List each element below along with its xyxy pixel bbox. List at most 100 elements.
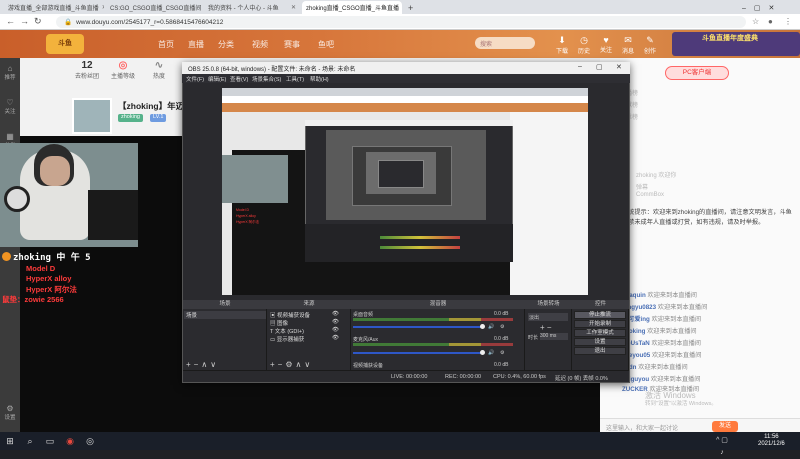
nav-category[interactable]: 分类 <box>218 39 234 50</box>
mixer-track-name: 麦克风/Aux <box>353 337 379 343</box>
eye-icon[interactable]: 👁 <box>332 335 339 341</box>
transition-select[interactable]: 淡出 <box>528 313 568 321</box>
exit-button[interactable]: 退出 <box>574 347 626 355</box>
preview-docks <box>305 224 513 262</box>
browser-tab[interactable]: 我的资料 - 个人中心 - 斗鱼 ✕ <box>204 1 300 14</box>
file-explorer-icon[interactable]: ▭ <box>44 435 56 447</box>
obs-titlebar: OBS 25.0.8 (64-bit, windows) - 配置文件: 未命名… <box>182 62 630 74</box>
start-recording-button[interactable]: 开始录制 <box>574 320 626 328</box>
source-item[interactable]: ▣ 视频捕获设备 <box>270 311 310 319</box>
message-icon[interactable]: ✉ 消息 <box>618 35 638 55</box>
follow-icon[interactable]: ♥ 关注 <box>596 35 616 54</box>
window-controls[interactable]: –▢✕ <box>738 1 798 14</box>
scene-item[interactable]: 场景 <box>184 311 266 319</box>
preview-tabs <box>222 88 588 96</box>
menu-scene-collection[interactable]: 场景集合(S) <box>252 75 281 83</box>
send-button[interactable]: 发送 <box>712 421 738 432</box>
chat-text: 欢迎来到本直播间 <box>638 364 688 371</box>
mixer-track-name: 视频捕获设备 <box>353 363 384 369</box>
streamer-tag[interactable]: zhoking <box>118 114 143 122</box>
menu-edit[interactable]: 编辑(E) <box>208 75 226 83</box>
menu-view[interactable]: 查看(V) <box>230 75 248 83</box>
preview-right-panel <box>510 112 588 295</box>
source-label: 显示器捕获 <box>276 337 305 343</box>
history-icon[interactable]: ◷ 历史 <box>574 35 594 55</box>
speaker-icon[interactable]: 🔊 <box>488 350 494 356</box>
gear-icon[interactable]: ⚙ <box>500 324 504 330</box>
pc-client-button[interactable]: PC客户端 <box>665 66 729 80</box>
source-item[interactable]: T 文本 (GDI+) <box>270 327 304 335</box>
browser-tab[interactable]: CS:GO_CSGO直播_CSGO直播间 斗✕ <box>106 1 202 14</box>
source-item[interactable]: ▭ 显示器捕获 <box>270 335 304 343</box>
rail-item-home[interactable]: ⌂ 推荐 <box>0 64 20 81</box>
browser-tab[interactable]: 游戏直播_全部游戏直播_斗鱼直播✕ <box>4 1 104 14</box>
menu-file[interactable]: 文件(F) <box>186 75 204 83</box>
back-icon[interactable]: ← <box>6 16 15 26</box>
tab-label: 游戏直播_全部游戏直播_斗鱼直播 <box>8 6 99 12</box>
eye-icon[interactable]: 👁 <box>332 311 339 317</box>
mixer-header: 混音器 <box>351 300 525 309</box>
promo-banner[interactable]: 斗鱼直播年度盛典 <box>672 32 800 56</box>
mixer-track-db: 0.0 dB <box>494 362 509 368</box>
menu-tools[interactable]: 工具(T) <box>286 75 304 83</box>
source-item[interactable]: ▤ 图像 <box>270 319 288 327</box>
windows-activation-watermark: 激活 Windows 转到"设置"以激活 Windows。 <box>645 392 717 408</box>
volume-knob[interactable] <box>480 350 485 355</box>
forward-icon[interactable]: → <box>20 16 29 26</box>
eye-icon[interactable]: 👁 <box>332 327 339 333</box>
windows-start-icon[interactable]: ⊞ <box>4 435 16 447</box>
nav-esports[interactable]: 赛事 <box>284 39 300 50</box>
nav-live[interactable]: 直播 <box>188 39 204 50</box>
eye-icon[interactable]: 👁 <box>332 319 339 325</box>
duration-input[interactable]: 300 ms <box>540 333 568 340</box>
close-icon[interactable]: ✕ <box>616 63 622 71</box>
douyu-logo[interactable]: 斗鱼 <box>46 34 84 54</box>
transition-add-remove[interactable]: + − <box>540 323 552 332</box>
system-notice: 系统提示：欢迎来到zhoking的直播间，请注意文明发言，斗鱼严禁未成年人直播或… <box>622 209 792 226</box>
icon-label: 下载 <box>555 49 568 55</box>
settings-icon: ⚙ <box>6 404 14 413</box>
volume-knob[interactable] <box>480 324 485 329</box>
clock[interactable]: 11:56 2021/12/6 <box>758 434 785 448</box>
speaker-icon[interactable]: 🔊 <box>488 324 494 330</box>
stop-streaming-button[interactable]: 停止推流 <box>574 311 626 319</box>
browser-tab-active[interactable]: zhoking直播_CSGO直播_斗鱼直播✕ <box>302 1 402 14</box>
obs-icon[interactable]: ◎ <box>84 435 96 447</box>
create-icon[interactable]: ✎ 创作 <box>640 35 660 55</box>
fan-stat[interactable]: 12 去粉丝团 <box>72 60 102 80</box>
volume-slider[interactable] <box>353 352 483 354</box>
bookmark-icon[interactable]: ☆ <box>752 17 759 26</box>
new-tab-button[interactable]: + <box>404 1 416 14</box>
studio-mode-button[interactable]: 工作室模式 <box>574 329 626 337</box>
search-input[interactable]: 搜索 <box>475 37 535 49</box>
nav-video[interactable]: 视频 <box>252 39 268 50</box>
search-icon[interactable]: ⌕ <box>24 435 36 447</box>
menu-help[interactable]: 帮助(H) <box>310 75 329 83</box>
rail-item-settings[interactable]: ⚙ 设置 <box>0 404 20 421</box>
source-controls[interactable]: +−⚙∧∨ <box>270 360 313 369</box>
maximize-icon[interactable]: ▢ <box>596 63 603 71</box>
close-icon[interactable]: ✕ <box>291 4 296 11</box>
menu-icon[interactable]: ⋮ <box>784 17 792 26</box>
tray-icons[interactable]: ^ ▢ ♪ <box>716 435 728 456</box>
nav-yuba[interactable]: 鱼吧 <box>318 39 334 50</box>
level-stat[interactable]: ◎ 主播等级 <box>108 60 138 80</box>
url-field[interactable]: 🔒 www.douyu.com/2545177_r=0.5868415476604… <box>56 16 746 28</box>
profile-icon[interactable]: ● <box>768 17 773 26</box>
nav-home[interactable]: 首页 <box>158 39 174 50</box>
gear-icon[interactable]: ⚙ <box>500 350 504 356</box>
close-icon[interactable]: ✕ <box>102 4 104 11</box>
rail-item-follow[interactable]: ♡ 关注 <box>0 98 20 115</box>
scene-controls[interactable]: +−∧∨ <box>186 360 219 369</box>
volume-slider[interactable] <box>353 326 483 328</box>
chat-text: 欢迎来到本直播间 <box>651 340 701 347</box>
chat-message: MeUsTaN 欢迎来到本直播间 <box>622 338 701 347</box>
chat-user[interactable]: ZUCKER <box>622 386 648 393</box>
heat-stat[interactable]: ∿ 热度 <box>144 60 174 80</box>
streamer-avatar[interactable] <box>72 98 112 134</box>
download-icon[interactable]: ⬇ 下载 <box>552 35 572 55</box>
reload-icon[interactable]: ↻ <box>34 16 42 27</box>
chrome-icon[interactable]: ◉ <box>64 435 76 447</box>
minimize-icon[interactable]: – <box>578 63 582 70</box>
settings-button[interactable]: 设置 <box>574 338 626 346</box>
